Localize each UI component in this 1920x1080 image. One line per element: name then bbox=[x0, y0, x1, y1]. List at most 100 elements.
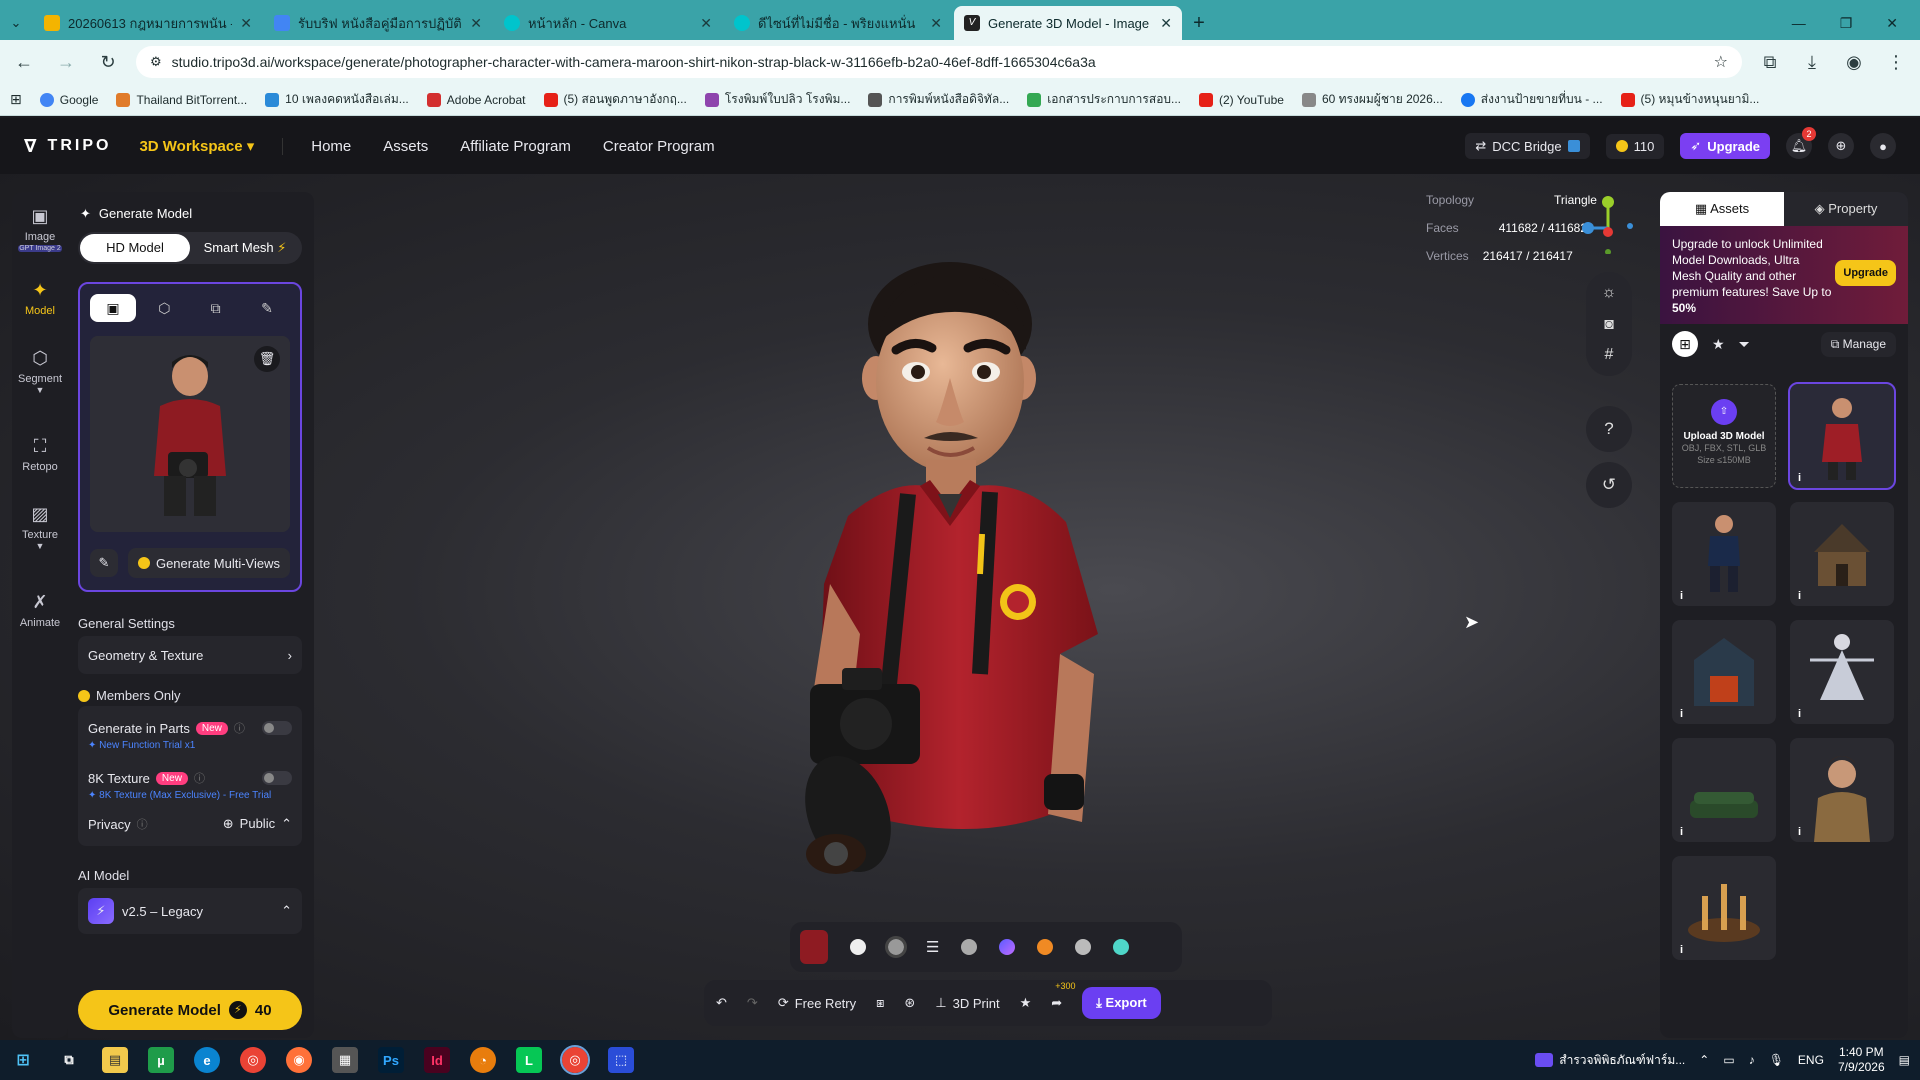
bookmark-item[interactable]: ส่งงานป้ายขายที่บน - ... bbox=[1460, 90, 1603, 109]
clock[interactable]: 1:40 PM 7/9/2026 bbox=[1838, 1045, 1885, 1075]
favorite-star-icon[interactable]: ★ bbox=[1020, 995, 1032, 1011]
tab-assets[interactable]: ▦ Assets bbox=[1660, 192, 1784, 226]
back-arrow-icon[interactable]: ← bbox=[10, 52, 38, 73]
browser-tab[interactable]: รับบริฟ หนังสือคู่มือการปฏิบัติงานตาม ✕ bbox=[264, 6, 492, 40]
rail-model[interactable]: ✦ Model bbox=[12, 280, 68, 317]
tab-search-icon[interactable]: ⌄ bbox=[0, 6, 32, 40]
material-gray-icon[interactable] bbox=[961, 939, 978, 955]
model-thumb-icon[interactable] bbox=[800, 930, 828, 964]
reload-icon[interactable]: ↻ bbox=[94, 52, 122, 73]
tab-close-icon[interactable]: ✕ bbox=[930, 15, 942, 32]
edge-icon[interactable]: e bbox=[194, 1047, 220, 1073]
info-icon[interactable]: i bbox=[1798, 708, 1801, 720]
bookmark-item[interactable]: Google bbox=[39, 92, 98, 107]
browser-tab[interactable]: ดีไซน์ที่ไม่มีชื่อ - พริยงแหนั่น ✕ bbox=[724, 6, 952, 40]
task-view-icon[interactable]: ⧉ bbox=[56, 1047, 82, 1073]
grid-icon[interactable]: # bbox=[1586, 346, 1632, 364]
screenshot-camera-icon[interactable]: ◙ bbox=[1586, 316, 1632, 334]
tab-property[interactable]: ◈ Property bbox=[1784, 192, 1908, 226]
sliders-icon[interactable]: ☰ bbox=[926, 938, 939, 956]
smart-mesh-option[interactable]: Smart Mesh ⚡ bbox=[190, 234, 300, 262]
bookmark-item[interactable]: 60 ทรงผมผู้ชาย 2026... bbox=[1301, 90, 1443, 109]
bookmark-item[interactable]: (5) สอนพูดภาษาอังกฤ... bbox=[543, 90, 687, 109]
chevron-up-icon[interactable]: ⌃ bbox=[1699, 1053, 1709, 1067]
all-grid-icon[interactable]: ⊞ bbox=[1672, 331, 1698, 357]
asset-card-man-tshirt[interactable]: i bbox=[1672, 502, 1776, 606]
indesign-icon[interactable]: Id bbox=[424, 1047, 450, 1073]
bookmark-item[interactable]: โรงพิมพ์ใบปลิว โรงพิม... bbox=[704, 90, 850, 109]
delete-image-trash-icon[interactable]: 🗑︎ bbox=[254, 346, 280, 372]
rail-retopo[interactable]: ⛶ Retopo bbox=[12, 436, 68, 473]
geometry-texture-row[interactable]: Geometry & Texture › bbox=[78, 636, 302, 674]
bookmark-item[interactable]: Thailand BitTorrent... bbox=[116, 92, 247, 107]
bookmark-item[interactable]: การพิมพ์หนังสือดิจิทัล... bbox=[868, 90, 1009, 109]
help-question-icon[interactable]: ? bbox=[1586, 406, 1632, 452]
language-globe-icon[interactable]: ⊕ bbox=[1828, 133, 1854, 159]
bookmark-item[interactable]: (2) YouTube bbox=[1199, 92, 1284, 107]
restore-icon[interactable]: ❐ bbox=[1840, 15, 1853, 32]
tab-close-icon[interactable]: ✕ bbox=[1160, 15, 1172, 32]
rail-image[interactable]: ▣ Image GPT Image 2 bbox=[12, 206, 68, 252]
multi-view-cube-icon[interactable]: ⬡ bbox=[141, 294, 187, 322]
app-window-icon[interactable]: ⬚ bbox=[608, 1047, 634, 1073]
chrome-active-icon[interactable]: ◎ bbox=[560, 1045, 590, 1075]
browser-tab-active[interactable]: V Generate 3D Model - Image an ✕ bbox=[954, 6, 1182, 40]
asset-card-sofa[interactable]: i bbox=[1672, 738, 1776, 842]
info-icon[interactable]: i bbox=[1680, 708, 1683, 720]
workspace-dropdown[interactable]: 3D Workspace ▾ bbox=[139, 137, 254, 155]
tab-close-icon[interactable]: ✕ bbox=[470, 15, 482, 32]
windows-start-icon[interactable]: ⊞ bbox=[10, 1047, 36, 1073]
material-clay-icon[interactable] bbox=[885, 936, 907, 958]
help-circle-icon[interactable]: ⓘ bbox=[194, 770, 205, 786]
minimize-icon[interactable]: — bbox=[1792, 15, 1806, 32]
upgrade-button[interactable]: ➶ Upgrade bbox=[1680, 133, 1770, 159]
material-white-icon[interactable] bbox=[850, 939, 866, 955]
upload-3d-model-card[interactable]: ⇧ Upload 3D Model OBJ, FBX, STL, GLB Siz… bbox=[1672, 384, 1776, 488]
model-3d-viewport[interactable] bbox=[790, 254, 1170, 914]
bookmark-star-icon[interactable]: ☆ bbox=[1714, 52, 1728, 72]
asset-card-dancer[interactable]: i bbox=[1790, 620, 1894, 724]
bookmark-item[interactable]: (5) หมุนข้างหนุนยามิ... bbox=[1620, 90, 1759, 109]
promo-upgrade-button[interactable]: Upgrade bbox=[1835, 260, 1896, 286]
download-icon[interactable]: ⤓ bbox=[1798, 52, 1826, 73]
asset-card-stage[interactable]: i bbox=[1672, 856, 1776, 960]
free-retry-button[interactable]: ⟳ Free Retry bbox=[778, 995, 856, 1011]
asset-card-photographer[interactable]: i bbox=[1788, 382, 1896, 490]
tripo-logo[interactable]: ∇ TRIPO bbox=[24, 136, 111, 157]
info-icon[interactable]: i bbox=[1798, 590, 1801, 602]
single-image-icon[interactable]: ▣ bbox=[90, 294, 136, 322]
file-explorer-icon[interactable]: ▤ bbox=[102, 1047, 128, 1073]
tab-close-icon[interactable]: ✕ bbox=[240, 15, 252, 32]
dcc-bridge-button[interactable]: ⇄ DCC Bridge bbox=[1465, 133, 1590, 159]
history-icon[interactable]: ↺ bbox=[1586, 462, 1632, 508]
browser-menu-icon[interactable]: ⋮ bbox=[1882, 52, 1910, 73]
material-orange-icon[interactable] bbox=[1037, 939, 1054, 955]
speaker-icon[interactable]: ♪ bbox=[1749, 1053, 1755, 1067]
bookmark-item[interactable]: 10 เพลงคดหนังสือเล่ม... bbox=[265, 90, 409, 109]
profile-icon[interactable]: ◉ bbox=[1840, 52, 1868, 73]
browser-tab[interactable]: หน้าหลัก - Canva ✕ bbox=[494, 6, 722, 40]
credits-display[interactable]: 110 bbox=[1605, 133, 1665, 159]
microphone-icon[interactable]: 🎙︎ bbox=[1769, 1053, 1784, 1067]
account-avatar-icon[interactable]: ● bbox=[1870, 133, 1896, 159]
material-metal-icon[interactable] bbox=[1075, 939, 1092, 955]
nav-assets[interactable]: Assets bbox=[383, 138, 428, 155]
info-icon[interactable]: i bbox=[1680, 826, 1683, 838]
new-tab-plus-icon[interactable]: + bbox=[1182, 6, 1216, 40]
rig-icon[interactable]: ⊛ bbox=[904, 995, 915, 1011]
help-circle-icon[interactable]: ⓘ bbox=[137, 816, 148, 832]
firefox-icon[interactable]: ◉ bbox=[286, 1047, 312, 1073]
info-icon[interactable]: i bbox=[1798, 826, 1801, 838]
blender-icon[interactable]: ◔ bbox=[470, 1047, 496, 1073]
network-icon[interactable]: ▭ bbox=[1723, 1053, 1734, 1067]
notifications-bell-icon[interactable]: 🔔︎ 2 bbox=[1786, 127, 1816, 159]
privacy-dropdown[interactable]: ⊕ Public ⌃ bbox=[223, 816, 292, 832]
line-icon[interactable]: L bbox=[516, 1047, 542, 1073]
site-info-icon[interactable]: ⚙ bbox=[150, 54, 162, 70]
extensions-puzzle-icon[interactable]: ⧉ bbox=[1756, 52, 1784, 73]
forward-arrow-icon[interactable]: → bbox=[52, 52, 80, 73]
photoshop-icon[interactable]: Ps bbox=[378, 1047, 404, 1073]
info-icon[interactable]: i bbox=[1798, 472, 1801, 484]
tab-close-icon[interactable]: ✕ bbox=[700, 15, 712, 32]
bookmark-item[interactable]: Adobe Acrobat bbox=[426, 92, 526, 107]
